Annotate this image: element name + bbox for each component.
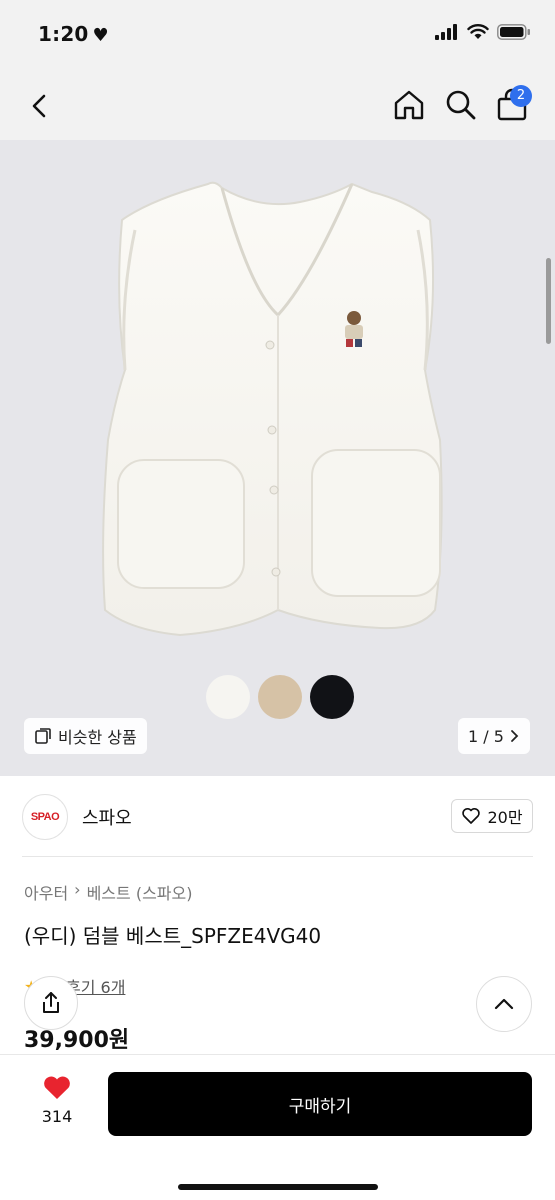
share-button[interactable] bbox=[24, 976, 78, 1030]
status-bar: 1:20 ♥ bbox=[0, 0, 555, 70]
product-title: (우디) 덤블 베스트_SPFZE4VG40 bbox=[24, 924, 322, 948]
wishlist-button[interactable]: 314 bbox=[34, 1075, 80, 1126]
vest-product-image bbox=[102, 181, 443, 637]
signal-icon bbox=[435, 24, 457, 40]
scroll-to-top-button[interactable] bbox=[476, 976, 532, 1032]
clock-text: 1:20 bbox=[38, 22, 89, 46]
wifi-icon bbox=[467, 24, 489, 39]
back-arrow-icon[interactable] bbox=[24, 90, 56, 122]
brand-like-button[interactable]: 20만 bbox=[451, 799, 533, 833]
breadcrumb-item-subcategory[interactable]: 베스트 (스파오) bbox=[87, 880, 193, 904]
color-swatch-black[interactable] bbox=[310, 675, 354, 719]
chevron-up-icon bbox=[494, 998, 514, 1010]
page-indicator-text: 1 / 5 bbox=[468, 726, 504, 746]
brand-name[interactable]: 스파오 bbox=[82, 804, 132, 830]
heart-outline-icon bbox=[462, 807, 481, 824]
brand-logo-text: SPAO bbox=[30, 811, 60, 823]
nav-bar bbox=[0, 70, 555, 140]
status-time: 1:20 ♥ bbox=[38, 22, 109, 46]
similar-products-label: 비슷한 상품 bbox=[58, 728, 137, 747]
chevron-right-icon bbox=[511, 730, 519, 742]
brand-like-count: 20만 bbox=[487, 808, 523, 827]
color-swatch-beige[interactable] bbox=[258, 675, 302, 719]
heart-status-icon: ♥ bbox=[92, 25, 109, 46]
bottom-action-bar: 314 구매하기 bbox=[0, 1054, 555, 1200]
brand-logo[interactable]: SPAO bbox=[22, 794, 68, 840]
search-icon[interactable] bbox=[444, 88, 478, 122]
status-icons bbox=[435, 24, 531, 40]
cart-count-badge: 2 bbox=[510, 85, 532, 107]
home-icon[interactable] bbox=[392, 88, 426, 122]
breadcrumb-item-category[interactable]: 아우터 bbox=[24, 880, 68, 904]
color-swatch-ivory[interactable] bbox=[206, 675, 250, 719]
home-indicator bbox=[178, 1184, 378, 1190]
wishlist-count: 314 bbox=[41, 1107, 73, 1126]
heart-filled-icon bbox=[44, 1076, 70, 1099]
color-swatches bbox=[206, 675, 354, 719]
product-image-carousel[interactable]: 비슷한 상품 1 / 5 bbox=[0, 140, 555, 776]
similar-products-button[interactable]: 비슷한 상품 bbox=[24, 718, 147, 754]
buy-button[interactable]: 구매하기 bbox=[108, 1072, 532, 1136]
battery-icon bbox=[497, 24, 530, 40]
divider bbox=[22, 856, 533, 857]
image-page-indicator[interactable]: 1 / 5 bbox=[458, 718, 530, 754]
copy-icon bbox=[35, 728, 51, 744]
share-icon bbox=[43, 992, 59, 1013]
scroll-indicator bbox=[546, 258, 551, 344]
breadcrumb: 아우터 › 베스트 (스파오) bbox=[24, 880, 192, 904]
breadcrumb-separator-icon: › bbox=[74, 880, 81, 899]
